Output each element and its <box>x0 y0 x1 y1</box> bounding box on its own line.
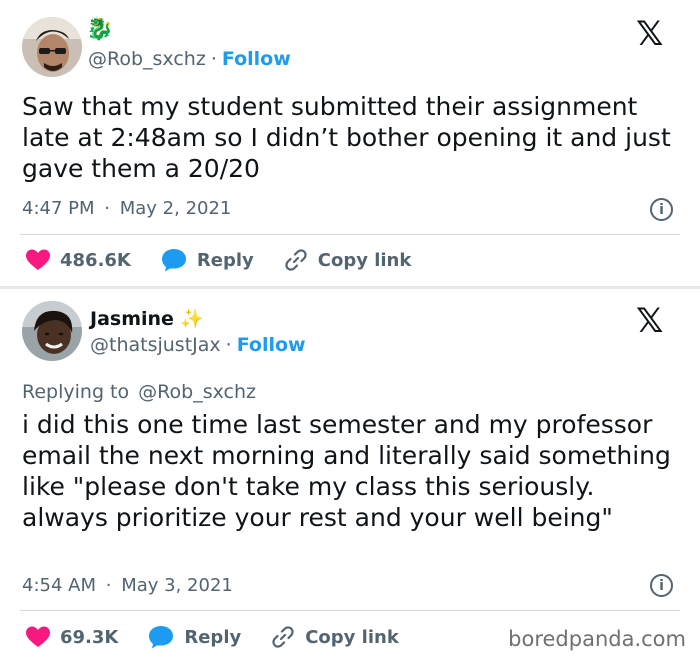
replying-to-label: Replying to <box>22 381 130 403</box>
reply-button[interactable]: Reply <box>161 248 254 272</box>
follow-button[interactable]: Follow <box>237 334 306 356</box>
divider <box>20 610 680 611</box>
like-count: 69.3K <box>60 626 119 648</box>
tweet-text: i did this one time last semester and my… <box>22 410 671 532</box>
avatar[interactable] <box>22 17 82 77</box>
heart-icon <box>26 626 50 647</box>
watermark: boredpanda.com <box>508 627 686 651</box>
copy-link-button[interactable]: Copy link <box>284 248 412 272</box>
display-name[interactable]: Jasmine <box>90 308 174 330</box>
copy-link-label: Copy link <box>305 626 399 648</box>
like-button[interactable]: 486.6K <box>26 249 131 271</box>
separator-dot: · <box>225 334 232 356</box>
like-count: 486.6K <box>60 249 131 271</box>
tweet-card-2: Jasmine ✨ @thatsjustJax · Follow 𝕏 Reply… <box>0 289 700 665</box>
x-logo-icon[interactable]: 𝕏 <box>636 301 663 341</box>
reply-bubble-icon <box>149 626 174 649</box>
heart-icon <box>26 249 50 270</box>
info-icon[interactable]: i <box>650 574 673 597</box>
tweet-time[interactable]: 4:47 PM <box>22 198 95 219</box>
reply-button[interactable]: Reply <box>148 625 241 649</box>
x-logo-icon[interactable]: 𝕏 <box>636 14 663 54</box>
separator-dot: · <box>210 48 217 70</box>
dragon-badge-icon: 🐉 <box>86 17 114 42</box>
tweet-date[interactable]: May 3, 2021 <box>121 575 233 596</box>
sparkle-icon: ✨ <box>179 308 204 330</box>
avatar[interactable] <box>22 301 82 361</box>
tweet-card-1: 🐉 @Rob_sxchz · Follow 𝕏 Saw that my stud… <box>0 0 700 290</box>
divider <box>20 234 680 235</box>
like-button[interactable]: 69.3K <box>26 626 118 648</box>
link-icon <box>285 249 307 271</box>
tweet-date[interactable]: May 2, 2021 <box>120 198 232 219</box>
reply-label: Reply <box>184 626 242 648</box>
reply-bubble-icon <box>161 249 186 272</box>
user-handle[interactable]: @Rob_sxchz <box>88 48 206 70</box>
copy-link-button[interactable]: Copy link <box>271 625 399 649</box>
separator-dot: · <box>104 198 110 219</box>
user-handle[interactable]: @thatsjustJax <box>90 334 221 356</box>
reply-label: Reply <box>196 249 254 271</box>
copy-link-label: Copy link <box>317 249 412 271</box>
separator-dot: · <box>105 575 112 596</box>
tweet-text: Saw that my student submitted their assi… <box>22 92 671 183</box>
tweet-time[interactable]: 4:54 AM <box>22 575 96 596</box>
link-icon <box>272 626 294 648</box>
info-icon[interactable]: i <box>650 198 673 221</box>
follow-button[interactable]: Follow <box>222 48 291 70</box>
replying-to-handle[interactable]: @Rob_sxchz <box>138 381 256 403</box>
